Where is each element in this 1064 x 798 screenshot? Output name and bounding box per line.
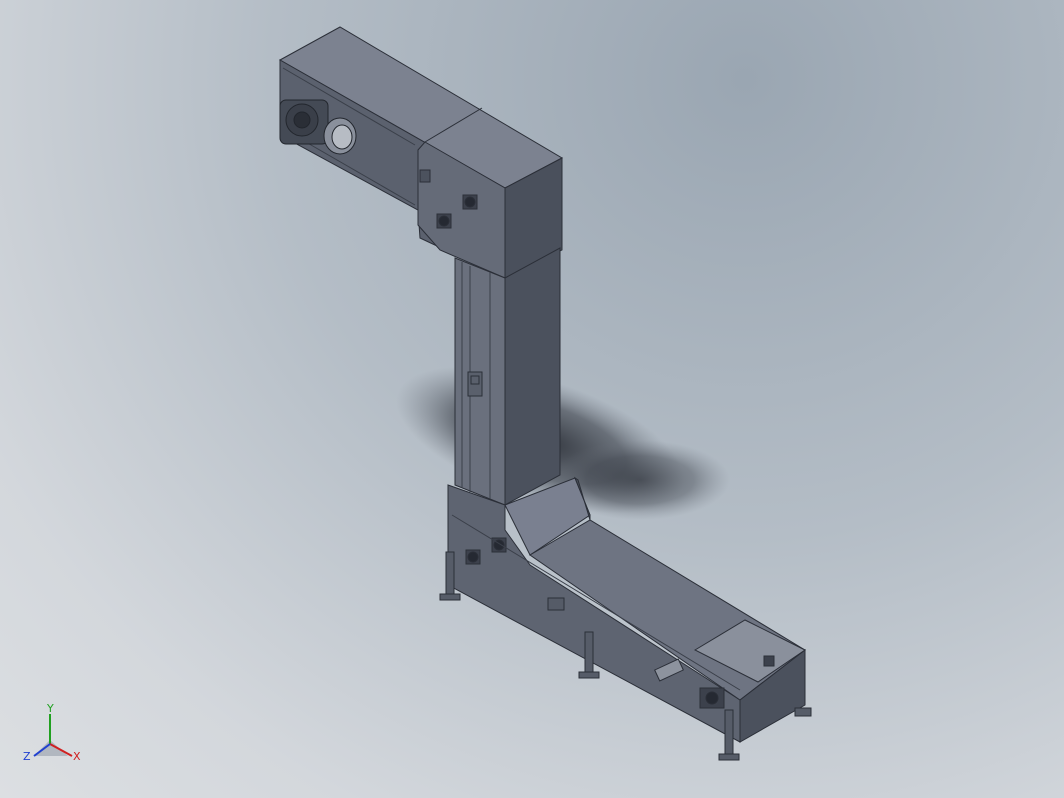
vertical-column	[454, 247, 561, 506]
graphics-viewport[interactable]: Y X Z	[0, 0, 1064, 798]
z-axis-label: Z	[23, 750, 31, 763]
conveyor-model[interactable]	[0, 0, 1064, 798]
head-section	[278, 26, 564, 279]
orientation-triad: Y X Z	[23, 702, 81, 763]
y-axis-label: Y	[46, 702, 54, 715]
x-axis-label: X	[73, 750, 81, 763]
